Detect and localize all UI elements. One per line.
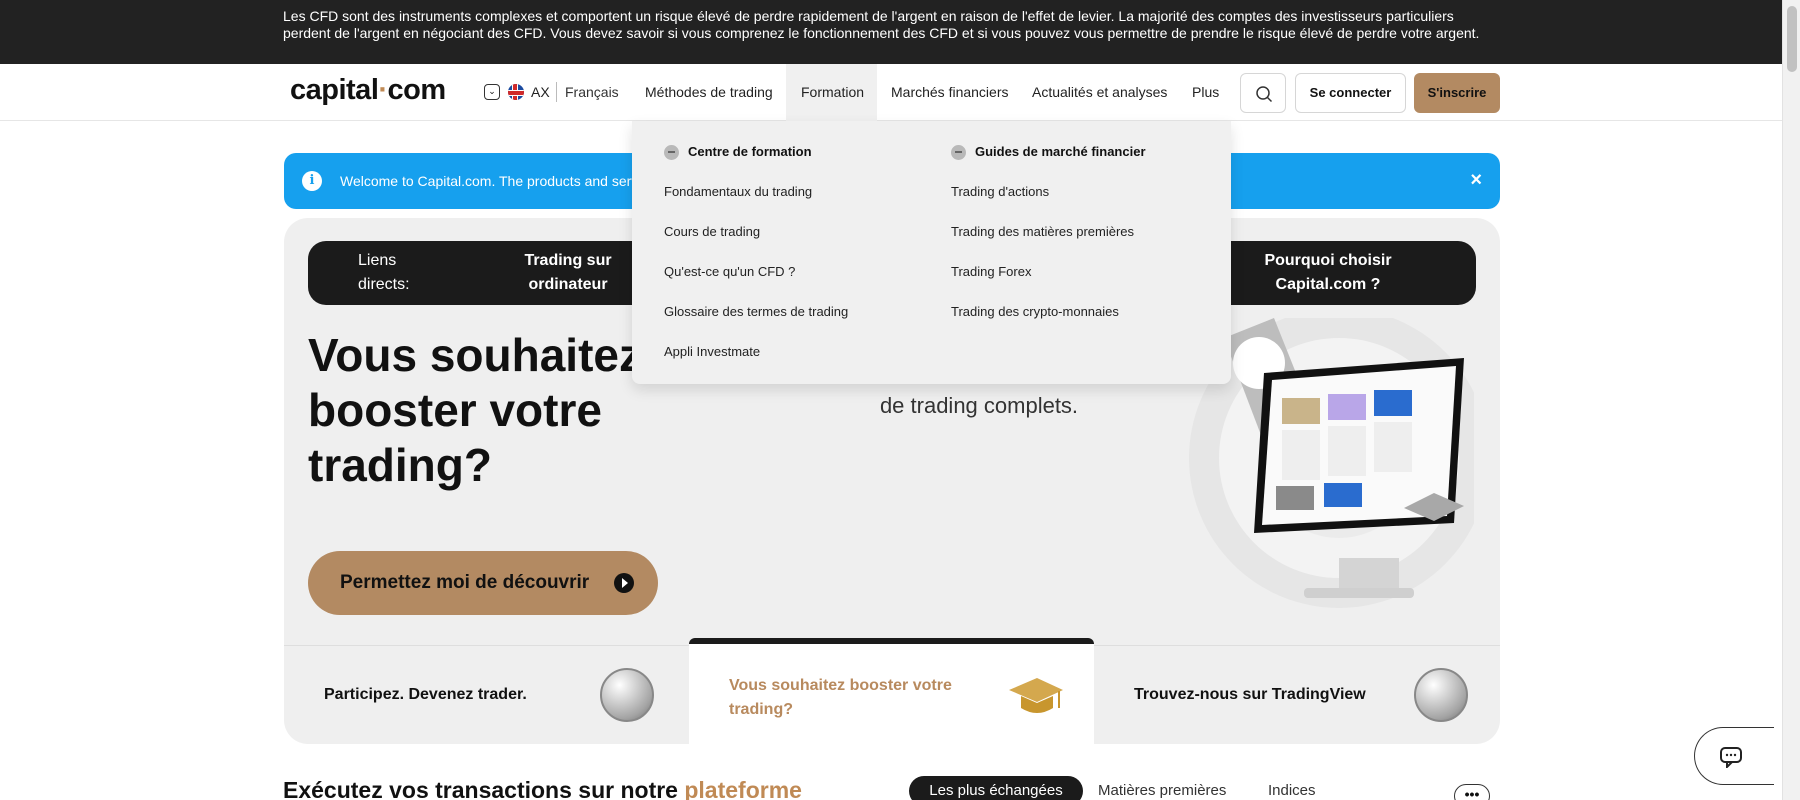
dropdown-column-education: Centre de formation Fondamentaux du trad… [664, 143, 848, 361]
search-icon [1256, 86, 1273, 103]
chat-icon [1720, 747, 1742, 768]
welcome-message: Welcome to Capital.com. The products and… [340, 173, 649, 189]
flag-icon [508, 84, 524, 100]
dropdown-item[interactable]: Trading Forex [951, 263, 1146, 281]
dropdown-item[interactable]: Appli Investmate [664, 343, 848, 361]
discover-cta-button[interactable]: Permettez moi de découvrir [308, 551, 658, 615]
dropdown-item[interactable]: Trading d'actions [951, 183, 1146, 201]
quick-link-desktop-trading[interactable]: Trading sur ordinateur [508, 249, 628, 297]
formation-dropdown-menu: Centre de formation Fondamentaux du trad… [632, 121, 1231, 384]
dropdown-item[interactable]: Trading des crypto-monnaies [951, 303, 1146, 321]
arrow-right-icon [664, 145, 679, 160]
dropdown-item[interactable]: Glossaire des termes de trading [664, 303, 848, 321]
language-selector[interactable]: Français [565, 84, 619, 100]
tab-label: Participez. Devenez trader. [324, 686, 527, 703]
hero-tabs: Participez. Devenez trader. Vous souhait… [284, 638, 1500, 744]
search-button[interactable] [1240, 73, 1286, 113]
dropdown-item[interactable]: Fondamentaux du trading [664, 183, 848, 201]
login-button[interactable]: Se connecter [1295, 73, 1406, 113]
tab-label: Trouvez-nous sur TradingView [1134, 686, 1366, 703]
dropdown-heading[interactable]: Guides de marché financier [951, 143, 1146, 161]
quick-links-label: Liens directs: [358, 252, 410, 293]
tab-become-trader[interactable]: Participez. Devenez trader. [284, 646, 684, 744]
dropdown-column-guides: Guides de marché financier Trading d'act… [951, 143, 1146, 321]
scrollbar[interactable] [1782, 0, 1800, 800]
nav-trading-methods[interactable]: Méthodes de trading [645, 84, 773, 100]
region-code[interactable]: AX [531, 84, 550, 100]
tradingview-icon [1414, 668, 1468, 722]
arrow-right-icon [614, 573, 634, 593]
nav-news-analysis[interactable]: Actualités et analyses [1032, 84, 1167, 100]
section-title-text: Exécutez vos transactions sur notre [283, 777, 685, 800]
nav-financial-markets[interactable]: Marchés financiers [891, 84, 1009, 100]
site-header: capital·com ⌄ AX Français Méthodes de tr… [0, 64, 1782, 121]
page: Les CFD sont des instruments complexes e… [0, 0, 1800, 800]
signup-button[interactable]: S'inscrire [1414, 73, 1500, 113]
tab-boost-trading[interactable]: Vous souhaitez booster votre trading? [689, 638, 1094, 744]
tab-label: Vous souhaitez booster votre trading? [729, 677, 952, 718]
nav-formation[interactable]: Formation [801, 84, 864, 100]
more-filters-button[interactable]: ••• [1454, 784, 1490, 800]
section-title: Exécutez vos transactions sur notre plat… [283, 777, 802, 800]
chat-button[interactable] [1694, 727, 1774, 785]
hero-title: Vous souhaitez booster votre trading? [308, 329, 642, 491]
info-icon: i [302, 171, 322, 191]
filter-indices[interactable]: Indices [1268, 776, 1316, 800]
filter-most-traded[interactable]: Les plus échangées [909, 776, 1083, 800]
arrow-up-icon [600, 668, 654, 722]
graduation-cap-icon [1009, 678, 1063, 713]
logo[interactable]: capital·com [290, 74, 446, 107]
filter-commodities[interactable]: Matières premières [1098, 776, 1226, 800]
dropdown-heading[interactable]: Centre de formation [664, 143, 848, 161]
dropdown-item[interactable]: Qu'est-ce qu'un CFD ? [664, 263, 848, 281]
scrollbar-thumb[interactable] [1787, 6, 1797, 72]
arrow-right-icon [951, 145, 966, 160]
risk-warning-text: Les CFD sont des instruments complexes e… [283, 8, 1480, 41]
dropdown-item[interactable]: Cours de trading [664, 223, 848, 241]
logo-text-right: com [387, 74, 447, 106]
nav-more[interactable]: Plus [1192, 84, 1219, 100]
tab-tradingview[interactable]: Trouvez-nous sur TradingView [1094, 646, 1500, 744]
dropdown-item[interactable]: Trading des matières premières [951, 223, 1146, 241]
chevron-down-icon[interactable]: ⌄ [484, 84, 500, 100]
close-icon[interactable]: × [1470, 169, 1482, 192]
logo-dot: · [378, 74, 388, 106]
dropdown-heading-label: Guides de marché financier [975, 144, 1146, 159]
risk-warning-banner: Les CFD sont des instruments complexes e… [0, 0, 1782, 64]
quick-link-why-capital[interactable]: Pourquoi choisir Capital.com ? [1248, 249, 1408, 297]
dropdown-heading-label: Centre de formation [688, 144, 812, 159]
logo-text-left: capital [290, 74, 379, 106]
section-title-highlight: plateforme [684, 777, 802, 800]
cta-label: Permettez moi de découvrir [340, 572, 590, 593]
hero-subtitle: de trading complets. [879, 393, 1079, 418]
divider [556, 82, 557, 102]
